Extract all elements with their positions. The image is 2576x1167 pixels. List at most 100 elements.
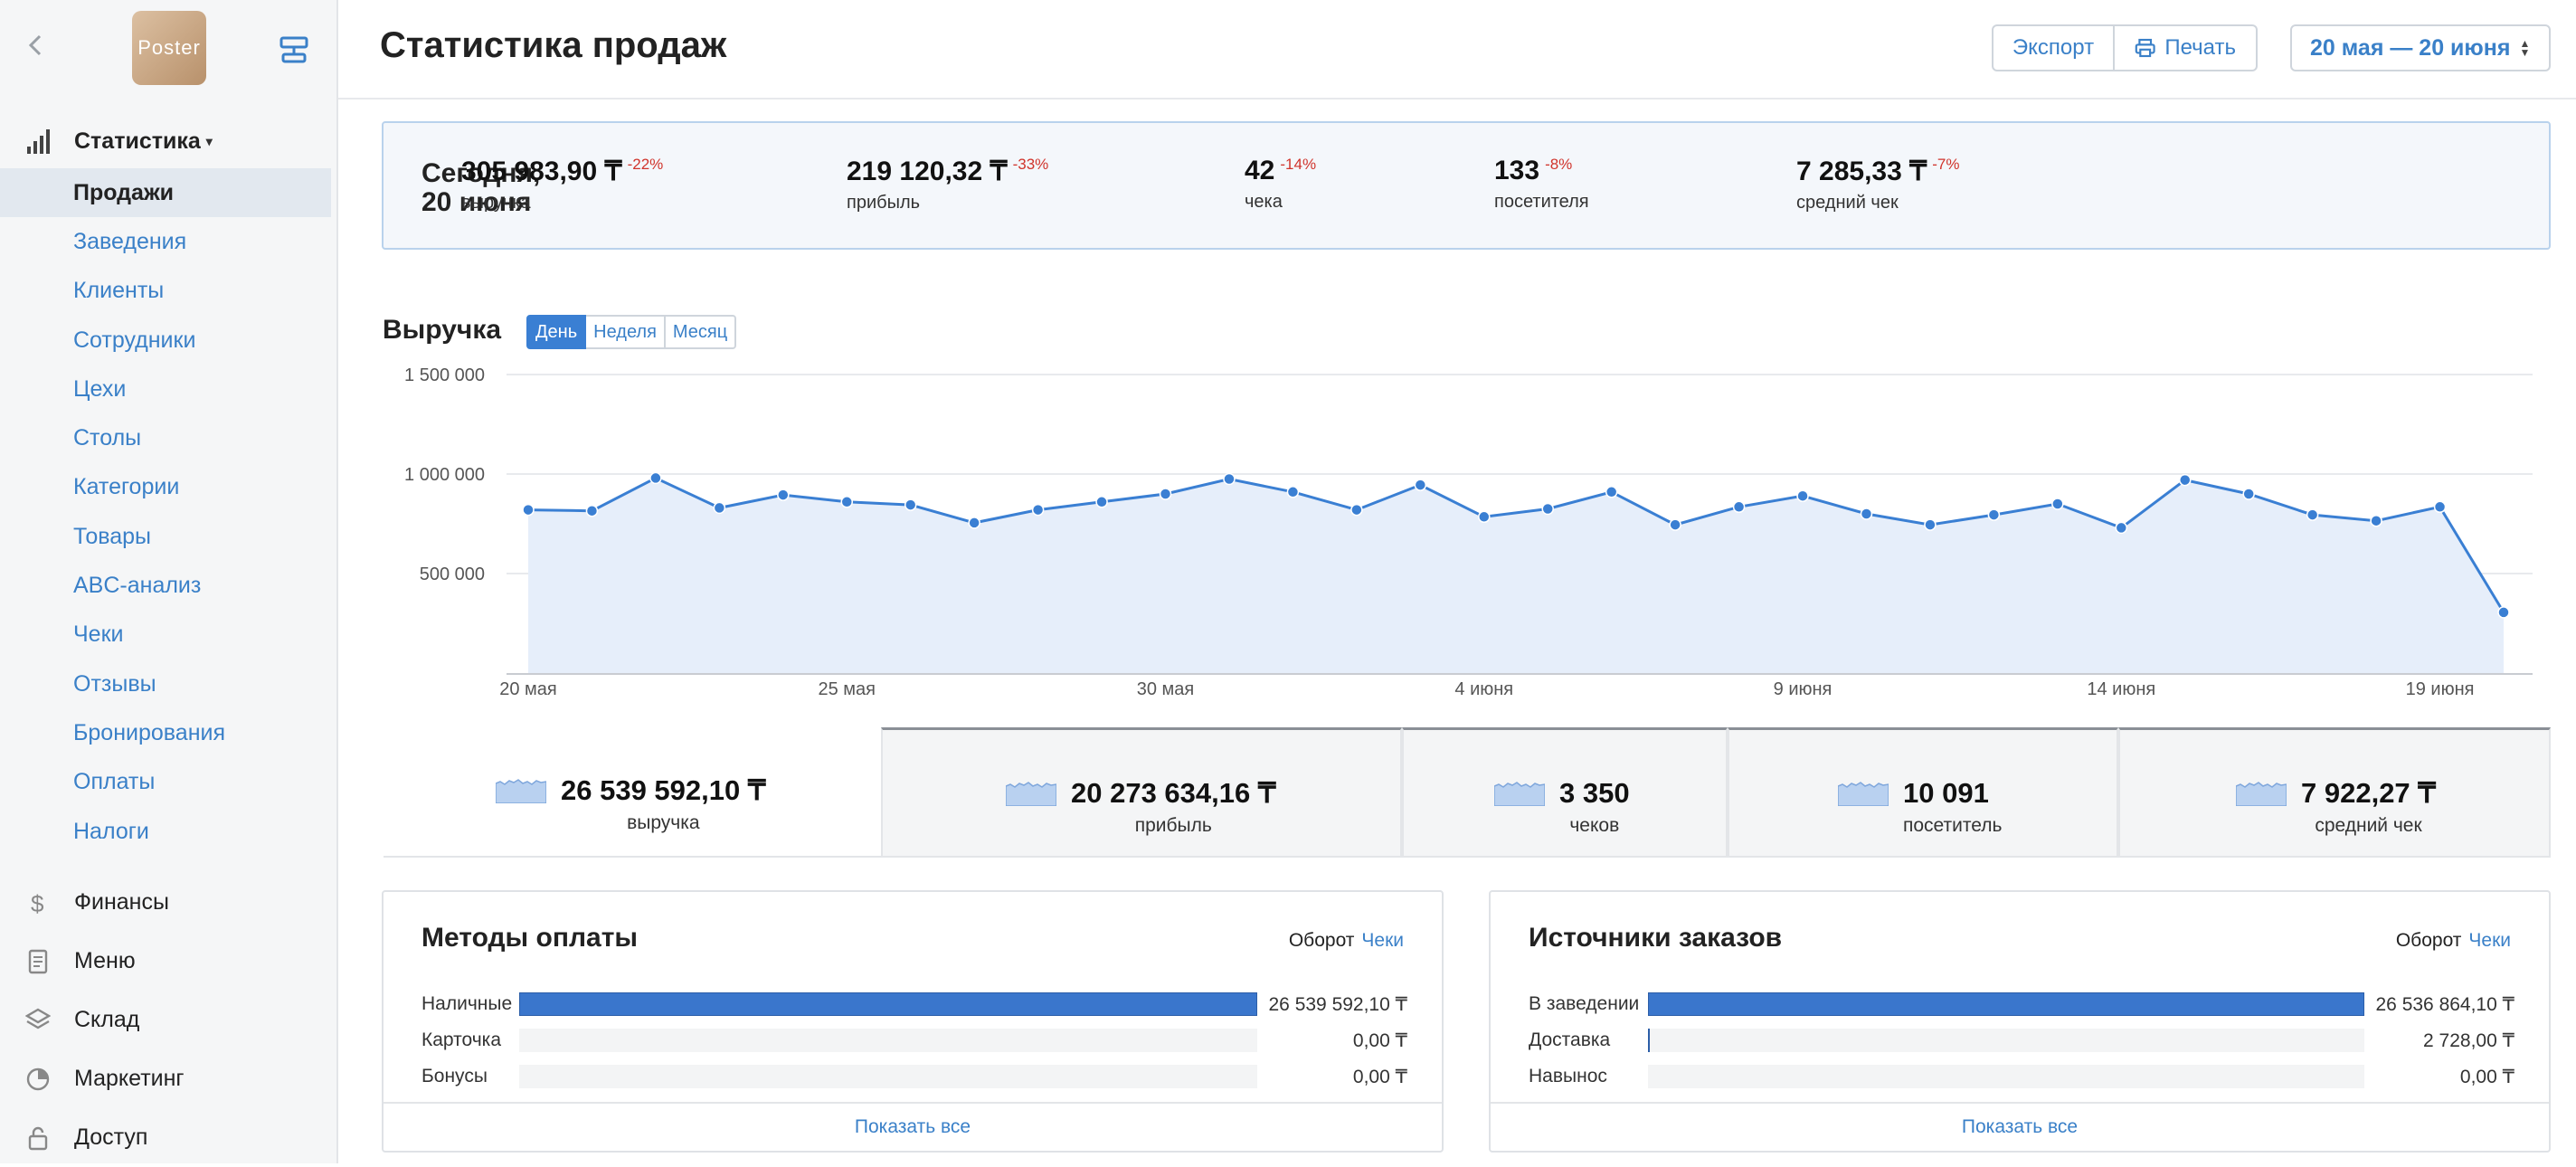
sidebar-item-11[interactable]: Бронирования [0,708,331,757]
show-all-order-sources-link[interactable]: Показать все [1491,1102,2549,1151]
revenue-point[interactable] [1159,488,1172,500]
sidebar-item-1[interactable]: Заведения [0,217,331,266]
total-tab-0[interactable]: 26 539 592,10 ₸ выручка [384,727,881,858]
revenue-point[interactable] [1031,503,1045,517]
sidebar-nav-label: Маркетинг [74,1066,185,1091]
date-range-value: 20 мая — 20 июня [2310,34,2511,61]
total-tab-2[interactable]: 3 350 чеков [1402,727,1728,858]
sidebar-item-10[interactable]: Отзывы [0,659,331,708]
revenue-point[interactable] [2115,521,2128,535]
sidebar-item-8[interactable]: ABC-анализ [0,561,331,610]
checks-toggle-link[interactable]: Чеки [2468,930,2511,951]
revenue-point[interactable] [2242,488,2255,500]
sidebar-item-12[interactable]: Оплаты [0,757,331,806]
order-sources-title: Источники заказов [1529,923,1783,953]
print-button[interactable]: Печать [2115,24,2258,71]
today-kpi-value: 133 -8% [1494,156,1589,186]
revenue-point[interactable] [777,489,790,501]
sidebar-nav-2[interactable]: Склад [0,991,331,1049]
revenue-point[interactable] [1924,518,1937,531]
revenue-point[interactable] [522,503,535,517]
sidebar-item-0[interactable]: Продажи [0,168,331,217]
sidebar-item-9[interactable]: Чеки [0,610,331,659]
revenue-point[interactable] [1541,502,1554,516]
revenue-point[interactable] [2178,473,2192,487]
sidebar-nav-0[interactable]: $ Финансы [0,873,331,932]
sidebar-item-6[interactable]: Категории [0,462,331,511]
app-logo[interactable]: Poster [132,11,206,85]
breakdown-label: Карточка [421,1029,501,1050]
chevron-left-icon[interactable] [20,27,52,63]
sidebar-item-7[interactable]: Товары [0,512,331,561]
kpi-value-text: 133 [1494,156,1540,185]
today-kpi-label: чека [1245,192,1283,212]
y-tick-label: 1 000 000 [404,465,485,485]
turnover-toggle[interactable]: Оборот [2396,930,2462,951]
kpi-delta: -8% [1545,156,1573,173]
revenue-point[interactable] [2306,508,2319,521]
revenue-point[interactable] [1987,508,2001,521]
total-tab-4[interactable]: 7 922,27 ₸ средний чек [2118,727,2551,858]
total-tab-3[interactable]: 10 091 посетитель [1728,727,2118,858]
page-title: Статистика продаж [380,25,727,65]
sidebar-item-5[interactable]: Столы [0,413,331,462]
revenue-point[interactable] [1223,472,1236,486]
checks-toggle-link[interactable]: Чеки [1361,930,1404,951]
total-tab-1[interactable]: 20 273 634,16 ₸ прибыль [881,727,1402,858]
kpi-delta: -33% [1012,156,1049,173]
total-value: 20 273 634,16 ₸ [1071,777,1276,809]
breakdown-value: 26 536 864,10 ₸ [2375,993,2515,1015]
sidebar-nav-3[interactable]: Маркетинг [0,1049,331,1108]
revenue-point[interactable] [1286,486,1300,498]
total-text: 7 922,27 ₸ средний чек [2301,777,2436,837]
date-range-select[interactable]: 20 мая — 20 июня ▲ ▼ [2290,24,2551,71]
period-switcher: День Неделя Месяц [526,315,737,349]
revenue-point[interactable] [2433,500,2447,514]
today-kpi-value: 305 983,90 ₸ -22% [461,156,663,187]
revenue-point[interactable] [1478,510,1491,524]
x-tick-label: 20 мая [499,679,557,699]
kpi-value-text: 219 120,32 ₸ [847,157,1008,186]
sidebar-item-2[interactable]: Клиенты [0,266,331,315]
turnover-toggle[interactable]: Оборот [1289,930,1355,951]
revenue-point[interactable] [1095,496,1108,508]
revenue-point[interactable] [1860,508,1873,520]
revenue-point[interactable] [968,517,980,529]
revenue-point[interactable] [1669,518,1681,531]
sidebar-item-4[interactable]: Цехи [0,365,331,413]
payment-methods-card: Методы оплаты Оборот Чеки Показать все На… [382,890,1444,1153]
revenue-point[interactable] [713,501,726,515]
revenue-point[interactable] [585,504,599,517]
revenue-point[interactable] [1414,479,1427,491]
revenue-point[interactable] [840,496,854,508]
revenue-point[interactable] [2497,606,2510,619]
revenue-point[interactable] [2370,514,2382,527]
today-kpi: 42 -14% чека [1245,156,1316,213]
revenue-point[interactable] [2051,498,2064,510]
sidebar-section-statistics[interactable]: Статистика ▾ [25,123,213,159]
export-button[interactable]: Экспорт [1992,24,2115,71]
payment-methods-title: Методы оплаты [421,923,639,953]
sidebar-item-3[interactable]: Сотрудники [0,316,331,365]
cash-register-icon[interactable] [276,33,312,65]
revenue-point[interactable] [649,471,662,485]
period-tab-0[interactable]: День [526,315,587,349]
breakdown-row: В заведении 26 536 864,10 ₸ [1529,986,2514,1022]
period-tab-1[interactable]: Неделя [586,315,666,349]
revenue-point[interactable] [1605,486,1618,498]
period-tab-2[interactable]: Месяц [665,315,737,349]
breakdown-bar-track [519,1065,1257,1088]
kpi-delta: -22% [627,156,664,173]
revenue-point[interactable] [904,498,917,511]
sidebar-nav-4[interactable]: Доступ [0,1108,331,1167]
breakdown-bar [1648,1029,1650,1052]
sidebar-nav-1[interactable]: Меню [0,932,331,991]
revenue-point[interactable] [1350,503,1363,517]
revenue-point[interactable] [1732,500,1746,514]
layers-icon [25,1008,51,1029]
sidebar-item-13[interactable]: Налоги [0,807,331,856]
revenue-point[interactable] [1796,489,1809,502]
show-all-payment-methods-link[interactable]: Показать все [384,1102,1442,1151]
total-content: 20 273 634,16 ₸ прибыль [1006,777,1276,837]
breakdown-value: 0,00 ₸ [2459,1066,2514,1087]
